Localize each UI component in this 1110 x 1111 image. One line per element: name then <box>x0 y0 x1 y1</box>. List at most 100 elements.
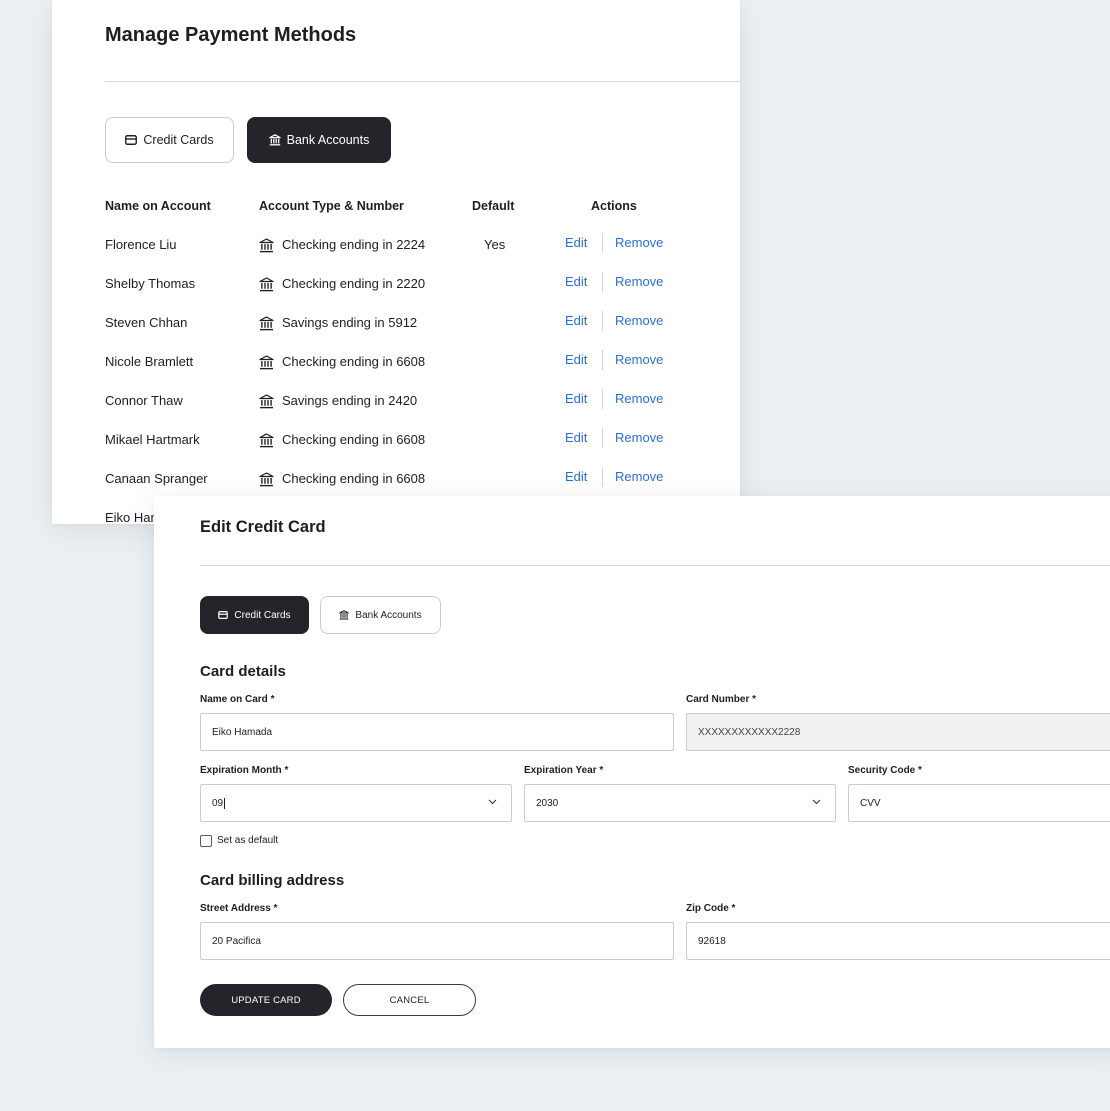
account-name: Canaan Spranger <box>105 471 208 486</box>
edit-link[interactable]: Edit <box>565 467 587 487</box>
divider <box>105 81 740 82</box>
page-title: Manage Payment Methods <box>105 24 357 46</box>
name-on-card-input[interactable]: Eiko Hamada <box>200 713 674 751</box>
action-separator <box>602 233 603 253</box>
remove-link[interactable]: Remove <box>615 233 663 253</box>
edit-link[interactable]: Edit <box>565 233 587 253</box>
edit-link[interactable]: Edit <box>565 428 587 448</box>
remove-link[interactable]: Remove <box>615 311 663 331</box>
bank-icon <box>268 134 281 146</box>
remove-link[interactable]: Remove <box>615 467 663 487</box>
security-code-input[interactable]: CVV <box>848 784 1110 822</box>
account-type: Savings ending in 2420 <box>259 391 417 411</box>
bank-icon <box>259 354 274 369</box>
chevron-down-icon <box>812 799 821 805</box>
account-name: Eiko Ham <box>105 510 162 524</box>
zip-code-label: Zip Code * <box>686 903 736 914</box>
name-on-card-label: Name on Card * <box>200 694 275 705</box>
bank-icon <box>259 471 274 486</box>
tab-bank-accounts[interactable]: Bank Accounts <box>320 596 441 634</box>
table-row: Connor Thaw Savings ending in 2420 Edit Rem… <box>105 389 705 411</box>
expiration-month-value: 09 <box>212 797 224 809</box>
set-default-checkbox[interactable] <box>200 835 212 847</box>
action-separator <box>602 467 603 487</box>
tab-credit-cards[interactable]: Credit Cards <box>200 596 309 634</box>
divider <box>200 565 1110 566</box>
tab-label: Credit Cards <box>143 133 214 147</box>
card-number-value: XXXXXXXXXXXX2228 <box>698 726 801 738</box>
table-row: Shelby Thomas Checking ending in 2220 Edit… <box>105 272 705 294</box>
column-header-actions: Actions <box>591 199 637 213</box>
cancel-button[interactable]: CANCEL <box>343 984 476 1016</box>
section-heading-card-details: Card details <box>200 663 286 680</box>
account-name: Mikael Hartmark <box>105 432 200 447</box>
edit-link[interactable]: Edit <box>565 272 587 292</box>
expiration-year-label: Expiration Year * <box>524 765 604 776</box>
remove-link[interactable]: Remove <box>615 389 663 409</box>
table-row: Nicole Bramlett Checking ending in 6608 Ed… <box>105 350 705 372</box>
account-type-label: Checking ending in 6608 <box>282 432 426 447</box>
remove-link[interactable]: Remove <box>615 272 663 292</box>
table-row: Florence Liu Checking ending in 2224 Yes Ed… <box>105 233 705 255</box>
zip-code-input[interactable]: 92618 <box>686 922 1110 960</box>
expiration-month-label: Expiration Month * <box>200 765 289 776</box>
remove-link[interactable]: Remove <box>615 428 663 448</box>
edit-link[interactable]: Edit <box>565 350 587 370</box>
bank-icon <box>259 276 274 291</box>
tab-label: Credit Cards <box>234 609 291 621</box>
account-type-label: Checking ending in 2220 <box>282 276 426 291</box>
account-type-label: Checking ending in 6608 <box>282 354 426 369</box>
set-default-label: Set as default <box>217 835 279 846</box>
account-type-label: Checking ending in 2224 <box>282 237 426 252</box>
default-value: Yes <box>484 237 506 252</box>
expiration-year-select[interactable]: 2030 <box>524 784 836 822</box>
action-separator <box>602 350 603 370</box>
modal-title: Edit Credit Card <box>200 518 326 536</box>
card-number-input: XXXXXXXXXXXX2228 <box>686 713 1110 751</box>
bank-icon <box>259 315 274 330</box>
column-header-type: Account Type & Number <box>259 199 404 213</box>
account-type: Checking ending in 6608 <box>259 430 425 450</box>
account-type: Checking ending in 2224 <box>259 235 425 255</box>
section-heading-billing: Card billing address <box>200 872 345 889</box>
card-number-label: Card Number * <box>686 694 757 705</box>
tab-label: Bank Accounts <box>286 133 370 147</box>
street-address-label: Street Address * <box>200 903 278 914</box>
column-header-default: Default <box>472 199 515 213</box>
account-name: Nicole Bramlett <box>105 354 194 369</box>
manage-payment-methods-panel: Manage Payment Methods Credit Cards Bank… <box>52 0 740 524</box>
action-separator <box>602 428 603 448</box>
account-name: Steven Chhan <box>105 315 188 330</box>
bank-icon <box>259 393 274 408</box>
account-type: Checking ending in 6608 <box>259 352 425 372</box>
edit-link[interactable]: Edit <box>565 311 587 331</box>
account-type-label: Checking ending in 6608 <box>282 471 426 486</box>
name-on-card-value: Eiko Hamada <box>212 726 273 738</box>
edit-credit-card-panel: Edit Credit Card Credit Cards Bank Accou… <box>154 496 1110 1048</box>
table-row: Canaan Spranger Checking ending in 6608 Ed… <box>105 467 705 489</box>
credit-card-icon <box>218 611 229 619</box>
edit-link[interactable]: Edit <box>565 389 587 409</box>
bank-icon <box>259 432 274 447</box>
bank-icon <box>339 610 350 620</box>
text-caret <box>224 797 226 809</box>
street-address-input[interactable]: 20 Pacifica <box>200 922 674 960</box>
table-row: Steven Chhan Savings ending in 5912 Edit Re… <box>105 311 705 333</box>
expiration-month-select[interactable]: 09 <box>200 784 512 822</box>
action-separator <box>602 389 603 409</box>
security-code-placeholder: CVV <box>860 797 881 809</box>
remove-link[interactable]: Remove <box>615 350 663 370</box>
update-card-button[interactable]: UPDATE CARD <box>200 984 332 1016</box>
account-type: Savings ending in 5912 <box>259 313 417 333</box>
table-row: Mikael Hartmark Checking ending in 6608 Ed… <box>105 428 705 450</box>
tab-credit-cards[interactable]: Credit Cards <box>105 117 234 163</box>
action-separator <box>602 272 603 292</box>
account-type-label: Savings ending in 5912 <box>282 315 418 330</box>
account-name: Shelby Thomas <box>105 276 196 291</box>
credit-card-icon <box>125 135 138 145</box>
account-type: Checking ending in 2220 <box>259 274 425 294</box>
column-header-name: Name on Account <box>105 199 211 213</box>
tab-bank-accounts[interactable]: Bank Accounts <box>247 117 391 163</box>
street-address-value: 20 Pacifica <box>212 935 261 947</box>
account-name: Florence Liu <box>105 237 177 252</box>
